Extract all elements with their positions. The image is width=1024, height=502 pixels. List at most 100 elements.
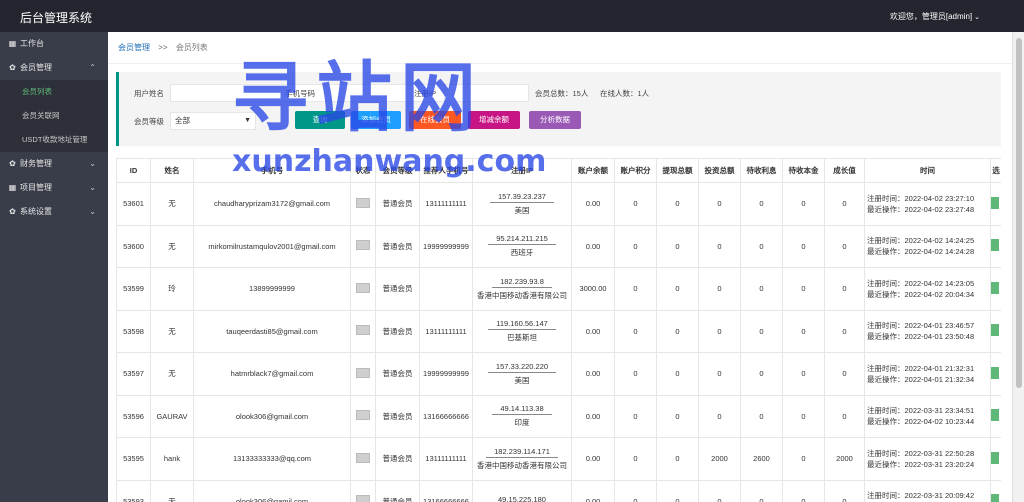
action-button[interactable]	[991, 409, 999, 422]
cell-status	[350, 309, 376, 353]
online-members-button[interactable]: 在线会员	[409, 111, 461, 129]
cell-ip: 157.33.220.220 美国	[472, 352, 572, 396]
cell-grow: 2000	[824, 437, 865, 481]
cell-phone: chaudharyprizam3172@gmail.com	[193, 182, 351, 226]
ip-input[interactable]	[444, 84, 529, 102]
table-row[interactable]: 53596 GAURAV olook306@gmail.com 普通会员 1316666…	[116, 394, 1001, 438]
last-operation: 最近操作：2022-04-01 23:50:48	[866, 331, 990, 342]
status-badge[interactable]	[356, 367, 370, 378]
status-badge[interactable]	[356, 325, 370, 336]
action-button[interactable]	[991, 366, 999, 379]
sidebar-item-2[interactable]: ✿ 财务管理 ⌄	[0, 152, 108, 176]
register-time: 注册时间：2022-04-02 14:23:05	[866, 278, 990, 289]
column-header: 待收本金	[782, 158, 825, 183]
action-button[interactable]	[991, 196, 999, 209]
adjust-balance-button[interactable]: 增减余额	[468, 111, 520, 129]
action-button[interactable]	[991, 451, 999, 464]
register-ip: 157.33.220.220	[487, 362, 557, 373]
status-badge[interactable]	[356, 240, 370, 251]
cell-ip: 157.39.23.237 美国	[472, 182, 572, 226]
cell-bal: 0.00	[571, 352, 615, 396]
cell-name: 无	[150, 479, 194, 502]
user-menu[interactable]: 欢迎您，管理员[admin] ⌄	[890, 11, 980, 22]
status-badge[interactable]	[356, 282, 370, 293]
last-operation: 最近操作：2022-03-31 23:20:24	[866, 459, 990, 470]
cell-ref: 13111111111	[419, 437, 473, 481]
sidebar-item-1[interactable]: ✿ 会员管理 ⌃	[0, 56, 108, 80]
cell-select	[990, 309, 1001, 353]
cell-id: 53597	[116, 352, 151, 396]
cell-wd: 0	[656, 352, 699, 396]
analyze-data-button[interactable]: 分析数据	[529, 111, 581, 129]
register-time-label: 注册时间：	[867, 491, 905, 501]
sidebar-subitem-2[interactable]: USDT收款地址管理	[0, 128, 108, 152]
action-button[interactable]	[991, 281, 999, 294]
cell-name: 无	[150, 182, 194, 226]
column-header: ID	[116, 158, 151, 183]
cell-grow: 0	[824, 267, 865, 311]
column-header: 手机号	[193, 158, 351, 183]
cell-ref: 13111111111	[419, 309, 473, 353]
column-header: 注册IP	[472, 158, 572, 183]
cell-inv: 0	[698, 309, 741, 353]
cell-int: 0	[740, 224, 783, 268]
last-operation-value: 2022-04-02 23:27:48	[904, 204, 975, 214]
ip-location: 西班牙	[510, 248, 534, 258]
register-time-value: 2022-03-31 20:09:42	[904, 491, 975, 501]
chevron-up-icon: ⌃	[89, 63, 96, 72]
column-header: 账户余额	[571, 158, 615, 183]
breadcrumb-parent[interactable]: 会员管理	[118, 43, 150, 52]
cell-phone: tauqeerdasti85@gmail.com	[193, 309, 351, 353]
table-row[interactable]: 53595 hank 13133333333@qq.com 普通会员 131111111…	[116, 437, 1001, 481]
cell-level: 普通会员	[375, 394, 420, 438]
last-operation-label: 最近操作：	[867, 247, 905, 257]
level-select[interactable]: 全部 ▼	[170, 112, 256, 130]
cell-ip: 49.14.113.38 印度	[472, 394, 572, 438]
action-button[interactable]	[991, 239, 999, 252]
cell-grow: 0	[824, 479, 865, 502]
table-row[interactable]: 53597 无 hatmrblack7@gmail.com 普通会员 199999999…	[116, 352, 1001, 396]
scrollbar-thumb[interactable]	[1016, 38, 1022, 388]
add-member-button[interactable]: 添加会员	[351, 111, 401, 129]
search-button[interactable]: 查询	[295, 111, 345, 129]
table-row[interactable]: 53601 无 chaudharyprizam3172@gmail.com 普通会员 1…	[116, 182, 1001, 226]
cell-pts: 0	[614, 479, 657, 502]
action-button[interactable]	[991, 494, 999, 502]
table-header: ID 姓名 手机号 状态 会员等级 推荐人手机号 注册IP 账户余额 账户积分 提现总额 投资总额待…	[116, 158, 1001, 183]
last-operation-value: 2022-04-02 14:24:28	[904, 247, 975, 257]
cell-ip: 182.239.93.8 香港中国移动香港有限公司	[472, 267, 572, 311]
sidebar-subitem-0[interactable]: 会员列表	[0, 80, 108, 104]
filter-panel: 用户姓名 手机号码 注册IP 会员总数：15人 在线人数：1人 会员等级 全部 …	[116, 72, 1001, 146]
status-badge[interactable]	[356, 410, 370, 421]
cell-pts: 0	[614, 182, 657, 226]
status-badge[interactable]	[356, 197, 370, 208]
column-header: 提现总额	[656, 158, 699, 183]
cell-ip: 49.15.225.180	[472, 479, 572, 502]
cell-phone: hatmrblack7@gmail.com	[193, 352, 351, 396]
table-row[interactable]: 53598 无 tauqeerdasti85@gmail.com 普通会员 131111…	[116, 309, 1001, 353]
last-operation-value: 2022-04-01 21:32:34	[904, 374, 975, 384]
sidebar-item-0[interactable]: ▦ 工作台	[0, 32, 108, 56]
cell-bal: 3000.00	[571, 267, 615, 311]
vertical-scrollbar[interactable]	[1012, 32, 1024, 502]
app-title: 后台管理系统	[20, 11, 93, 25]
status-badge[interactable]	[356, 452, 370, 463]
cell-prin: 0	[782, 394, 825, 438]
sidebar-item-4[interactable]: ✿ 系统设置 ⌄	[0, 200, 108, 224]
status-badge[interactable]	[356, 495, 370, 502]
cell-bal: 0.00	[571, 479, 615, 502]
register-time-label: 注册时间：	[867, 321, 905, 331]
cell-level: 普通会员	[375, 352, 420, 396]
breadcrumb-separator: >>	[158, 43, 168, 52]
cell-time: 注册时间：2022-03-31 22:50:28 最近操作：2022-03-31 …	[864, 437, 991, 481]
register-time: 注册时间：2022-03-31 23:34:51	[866, 405, 990, 416]
register-time-value: 2022-03-31 23:34:51	[904, 406, 975, 416]
sidebar-subitem-1[interactable]: 会员关联网	[0, 104, 108, 128]
table-row[interactable]: 53600 无 mirkomilrustamqulov2001@gmail.com 普…	[116, 224, 1001, 268]
sidebar-item-3[interactable]: ▦ 项目管理 ⌄	[0, 176, 108, 200]
cell-level: 普通会员	[375, 437, 420, 481]
action-button[interactable]	[991, 324, 999, 337]
table-row[interactable]: 53593 无 olook306@gamil.com 普通会员 13166666666 4…	[116, 479, 1001, 502]
cell-name: GAURAV	[150, 394, 194, 438]
table-row[interactable]: 53599 玲 13899999999 普通会员 182.239.93.8 香港中国移动香…	[116, 267, 1001, 311]
